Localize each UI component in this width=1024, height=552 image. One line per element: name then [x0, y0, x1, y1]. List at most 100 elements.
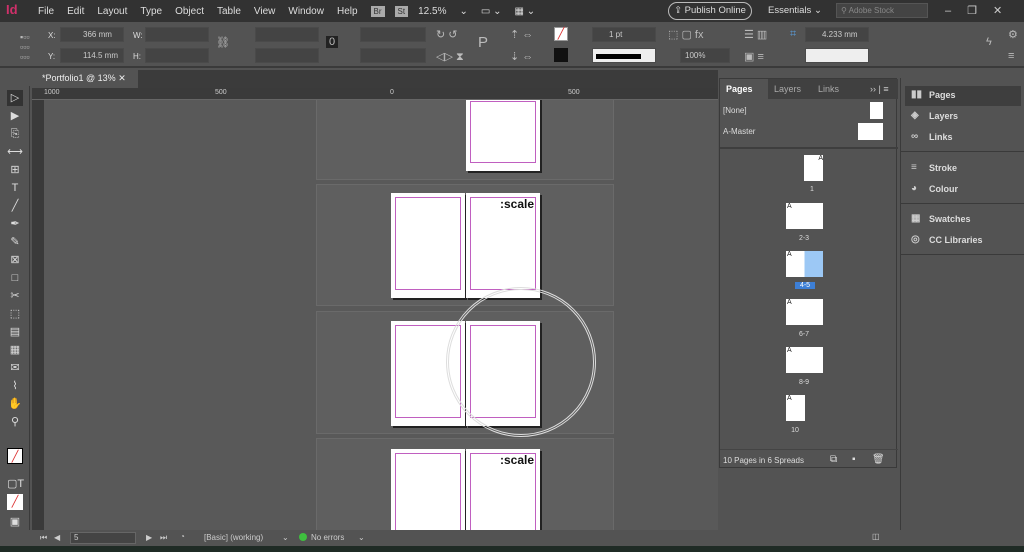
formatting-affects-icon[interactable]: ▢T [7, 476, 23, 492]
bridge-button[interactable]: Br [371, 6, 385, 17]
master-a[interactable]: A-Master [723, 127, 755, 136]
direct-selection-tool-icon[interactable]: ▶ [7, 108, 23, 124]
spread-6-7[interactable]: :scale [316, 438, 614, 530]
type-tool-icon[interactable]: T [7, 180, 23, 196]
auto-fit-icon[interactable]: ⌗ [790, 28, 796, 41]
fill-none-icon[interactable]: ╱ [554, 27, 568, 41]
dock-cc-libraries[interactable]: ◎CC Libraries [905, 231, 1021, 251]
dock-stroke[interactable]: ≡Stroke [905, 159, 1021, 179]
tab-layers[interactable]: Layers [774, 79, 801, 99]
opacity-field[interactable]: 100% [680, 48, 730, 63]
adobe-stock-search[interactable]: ⚲ Adobe Stock [836, 3, 928, 18]
menu-view[interactable]: View [254, 6, 276, 17]
menu-type[interactable]: Type [140, 6, 162, 17]
rotation-field[interactable] [360, 27, 426, 42]
dock-layers[interactable]: ◈Layers [905, 107, 1021, 127]
gradient-feather-tool-icon[interactable]: ▦ [7, 342, 23, 358]
page-number-field[interactable]: 5 [70, 532, 136, 544]
page-2[interactable] [391, 193, 465, 298]
preflight-profile[interactable]: [Basic] (working) [204, 533, 263, 542]
none-thumbnail[interactable] [870, 102, 883, 119]
first-page-icon[interactable]: ⏮ [40, 533, 47, 543]
content-collector-icon[interactable]: ⊞ [7, 162, 23, 178]
eyedropper-tool-icon[interactable]: ⌇ [7, 378, 23, 394]
menu-edit[interactable]: Edit [67, 6, 84, 17]
menu-help[interactable]: Help [337, 6, 358, 17]
page-thumb-1[interactable]: A [804, 155, 823, 181]
stroke-swatch-icon[interactable] [554, 48, 568, 62]
y-field[interactable]: 114.5 mm [60, 48, 124, 63]
fill-stroke-icon[interactable]: ╱ [7, 448, 23, 464]
dock-pages[interactable]: ▮▮Pages [905, 86, 1021, 106]
page-3[interactable]: :scale [466, 193, 540, 298]
new-page-icon[interactable]: ▪ [852, 454, 856, 465]
master-none[interactable]: [None] [723, 106, 747, 115]
free-transform-tool-icon[interactable]: ⬚ [7, 306, 23, 322]
rectangle-tool-icon[interactable]: □ [7, 270, 23, 286]
a-master-thumbnail[interactable] [858, 123, 883, 140]
x-field[interactable]: 366 mm [60, 27, 124, 42]
screen-mode-icon[interactable]: ▣ [7, 514, 23, 530]
rectangle-frame-tool-icon[interactable]: ⊠ [7, 252, 23, 268]
spread-thumb-2-3[interactable]: A [786, 203, 823, 229]
scale-x-field[interactable] [255, 27, 319, 42]
page-1[interactable] [466, 100, 540, 171]
offset-field[interactable]: 4.233 mm [805, 27, 869, 42]
select-content-icon[interactable]: ⇣ ⇔ [510, 50, 533, 63]
shear-field[interactable] [360, 48, 426, 63]
menu-file[interactable]: File [38, 6, 54, 17]
spread-2-3[interactable]: :scale [316, 184, 614, 306]
last-page-icon[interactable]: ⏭ [160, 533, 167, 543]
page-thumb-10[interactable]: A [786, 395, 805, 421]
circle-shape[interactable] [446, 287, 596, 437]
page-6[interactable] [391, 449, 465, 530]
stock-button[interactable]: St [395, 6, 409, 17]
publish-online-button[interactable]: ⇪ Publish Online [668, 2, 752, 20]
document-tab[interactable]: *Portfolio1 @ 13% ✕ [32, 70, 138, 88]
previous-page-icon[interactable]: ◀ [54, 533, 60, 542]
effects-icons[interactable]: ⬚ ▢ fx [668, 28, 703, 41]
panel-menu-icon[interactable]: ›› | ≡ [870, 79, 889, 99]
chevron-down-icon[interactable]: ⌄ [358, 533, 365, 542]
zoom-tool-icon[interactable]: ⚲ [7, 414, 23, 430]
tab-links[interactable]: Links [818, 79, 839, 99]
menu-object[interactable]: Object [175, 6, 204, 17]
screen-mode-icon[interactable]: ▭ ⌄ [481, 6, 502, 17]
gap-tool-icon[interactable]: ⟷ [7, 144, 23, 160]
pen-tool-icon[interactable]: ✒ [7, 216, 23, 232]
next-page-icon[interactable]: ▶ [146, 533, 152, 542]
arrange-documents-icon[interactable]: ▦ ⌄ [514, 6, 535, 17]
tab-pages[interactable]: Pages [720, 79, 768, 99]
select-container-icon[interactable]: ⇡ ⇔ [510, 28, 533, 41]
spread-thumb-4-5[interactable]: A [786, 251, 823, 277]
window-controls[interactable]: –❐✕ [945, 4, 1018, 17]
flip-icons[interactable]: ◁▷ ⧗ [436, 50, 464, 64]
spread-label-selected[interactable]: 4-5 [795, 282, 815, 289]
stroke-weight-field[interactable]: 1 pt [592, 27, 656, 42]
hand-tool-icon[interactable]: ✋ [7, 396, 23, 412]
constrain-proportions-icon[interactable]: ⛓ [216, 36, 230, 49]
link-icon[interactable]: 0 [326, 36, 338, 48]
spread-thumb-8-9[interactable]: A [786, 347, 823, 373]
text-wrap-icons[interactable]: ☰ ▥ [744, 28, 767, 41]
spread-thumb-6-7[interactable]: A [786, 299, 823, 325]
gear-icon[interactable]: ⚙ [1008, 28, 1018, 41]
dock-links[interactable]: ∞Links [905, 128, 1021, 148]
split-layout-icon[interactable]: ◫ [872, 532, 880, 541]
spread-1[interactable] [316, 100, 614, 180]
menu-layout[interactable]: Layout [97, 6, 127, 17]
note-tool-icon[interactable]: ✉ [7, 360, 23, 376]
pencil-tool-icon[interactable]: ✎ [7, 234, 23, 250]
document-canvas[interactable]: :scale :scale [44, 100, 718, 530]
trash-icon[interactable]: 🗑 [872, 454, 885, 465]
spread-label[interactable]: 10 [780, 427, 810, 434]
menu-table[interactable]: Table [217, 6, 241, 17]
height-field[interactable] [145, 48, 209, 63]
spread-label[interactable]: 1 [797, 186, 827, 193]
stroke-type-select[interactable] [592, 48, 656, 63]
line-tool-icon[interactable]: ╱ [7, 198, 23, 214]
spread-label[interactable]: 8-9 [789, 379, 819, 386]
spread-label[interactable]: 6-7 [789, 331, 819, 338]
reference-point-icon[interactable]: ▪▫▫▫▫▫▫▫▫ [20, 32, 30, 62]
scissors-tool-icon[interactable]: ✂ [7, 288, 23, 304]
